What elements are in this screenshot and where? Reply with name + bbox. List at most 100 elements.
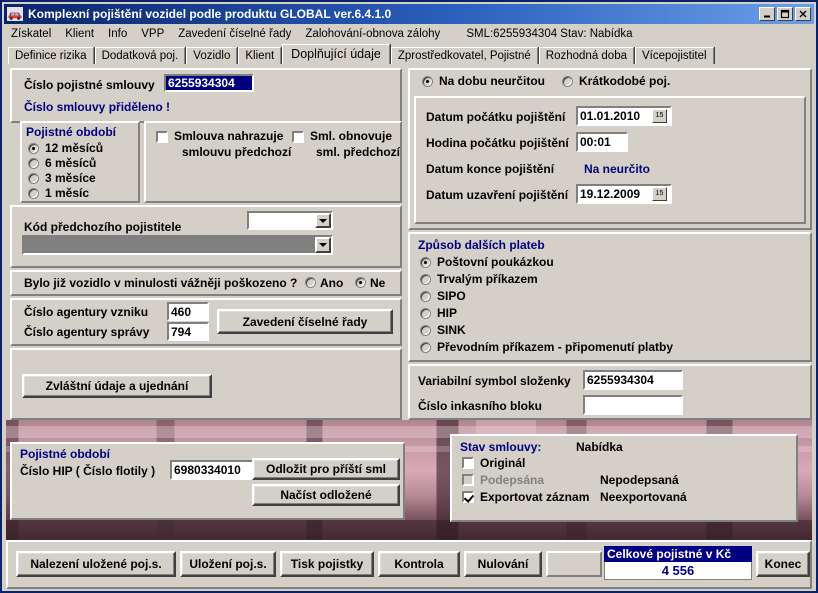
checkbox-original[interactable] [462,457,474,469]
agency-origin-input[interactable]: 460 [167,302,209,321]
tisk-pojistky-button[interactable]: Tisk pojistky [280,551,374,577]
tab-rozhodna-doba[interactable]: Rozhodná doba [538,47,634,64]
duration-indefinite-option[interactable]: Na dobu neurčitou [422,74,545,88]
menu-bar: Získatel Klient Info VPP Zavedení číseln… [4,25,814,43]
duration-shortterm-option[interactable]: Krátkodobé poj. [562,74,670,88]
payment-methods-legend: Způsob dalších plateb [418,238,545,252]
menu-item-klient[interactable]: Klient [58,28,101,40]
payment-option-sink[interactable]: SINK [420,323,466,337]
period-label-12: 12 měsíců [45,141,104,155]
menu-item-info[interactable]: Info [101,28,134,40]
contract-number-input[interactable]: 6255934304 [164,74,254,92]
calendar-icon[interactable]: 15 [652,109,667,123]
date-end-value: Na neurčito [584,162,651,176]
payment-label-postovni: Poštovní poukázkou [437,255,554,269]
kontrola-button[interactable]: Kontrola [378,551,460,577]
nulovani-button[interactable]: Nulování [464,551,542,577]
application-window: Komplexní pojištění vozidel podle produk… [0,0,818,593]
tab-klient[interactable]: Klient [238,47,282,64]
duration-indefinite-label: Na dobu neurčitou [439,74,545,88]
calendar-icon-2[interactable]: 15 [652,187,667,201]
hour-start-input[interactable]: 00:01 [576,132,628,152]
date-start-label: Datum počátku pojištění [426,110,566,124]
radio-na-dobu-neurcitou[interactable] [422,75,433,87]
agency-panel: Číslo agentury vzniku 460 Číslo agentury… [10,298,402,346]
variable-symbol-input[interactable]: 6255934304 [583,370,683,390]
payment-option-hip[interactable]: HIP [420,306,457,320]
radio-hip[interactable] [420,307,431,319]
hip-label: Číslo HIP ( Číslo flotily ) [20,464,156,478]
status-state-value: Nabídka [576,440,623,454]
zvlastni-udaje-button[interactable]: Zvláštní údaje a ujednání [22,374,212,398]
radio-1-mesic[interactable] [28,187,39,199]
damage-yes-label: Ano [320,276,344,290]
menu-item-zavedeni-ciselne-rady[interactable]: Zavedení číselné řady [171,28,298,40]
checkbox-exportovat-zaznam[interactable] [462,491,474,503]
total-premium-box: Celkové pojistné v Kč 4 556 [604,546,752,582]
radio-6-mesicu[interactable] [28,157,39,169]
contract-number-value: 6255934304 [168,76,235,90]
period-option-3[interactable]: 3 měsíce [28,171,96,185]
date-start-input[interactable]: 01.01.2010 15 [576,106,672,126]
menu-item-ziskatel[interactable]: Získatel [4,28,58,40]
zavedeni-ciselne-rady-button[interactable]: Zavedení číselné řady [217,309,393,334]
total-premium-label: Celkové pojistné v Kč [604,546,752,562]
previous-insurer-name-combo[interactable] [22,235,333,255]
agency-admin-input[interactable]: 794 [167,322,209,341]
replacement-panel: Smlouva nahrazuje smlouvu předchozí Sml.… [144,121,402,203]
payment-option-sipo[interactable]: SIPO [420,289,466,303]
checkbox-smlouva-nahrazuje[interactable] [156,131,168,143]
payment-option-trvalym[interactable]: Trvalým příkazem [420,272,538,286]
payment-option-postovni[interactable]: Poštovní poukázkou [420,255,554,269]
radio-postovni-poukazkou[interactable] [420,256,431,268]
variable-symbol-value: 6255934304 [587,373,654,387]
tab-vicepojistitel[interactable]: Vícepojistitel [635,47,714,64]
minimize-button[interactable] [759,7,775,21]
menu-item-vpp[interactable]: VPP [134,28,171,40]
replacement-label-line1: Smlouva nahrazuje [174,129,284,143]
radio-damage-ne[interactable] [355,277,366,288]
checkbox-sml-obnovuje[interactable] [292,131,304,143]
previous-insurer-code-combo[interactable] [247,211,333,230]
period-option-12[interactable]: 12 měsíců [28,141,103,155]
tab-vozidlo[interactable]: Vozidlo [186,47,238,64]
collection-block-input[interactable] [583,395,683,415]
radio-sipo[interactable] [420,290,431,302]
period-option-1[interactable]: 1 měsíc [28,186,89,200]
period-option-6[interactable]: 6 měsíců [28,156,96,170]
hip-number-input[interactable]: 6980334010 [170,460,260,480]
total-premium-value: 4 556 [604,562,752,580]
maximize-button[interactable] [777,7,793,21]
tab-definice-rizika[interactable]: Definice rizika [8,47,94,64]
special-data-panel: Zvláštní údaje a ujednání [10,348,402,420]
nacist-odlozene-button[interactable]: Načíst odložené [252,484,400,506]
status-original-label: Originál [480,456,526,470]
chevron-down-icon-2[interactable] [315,237,331,253]
radio-prevodnim-prikazem[interactable] [420,341,431,353]
duration-panel: Na dobu neurčitou Krátkodobé poj. Datum … [408,68,812,230]
konec-button[interactable]: Konec [756,551,810,577]
close-button[interactable] [795,7,811,21]
contract-assigned-note: Číslo smlouvy přiděleno ! [24,100,171,114]
odlozit-pro-pristi-sml-button[interactable]: Odložit pro příští sml [252,458,400,480]
radio-kratkodobe-poj[interactable] [562,75,573,87]
date-signed-input[interactable]: 19.12.2009 15 [576,184,672,204]
radio-3-mesice[interactable] [28,172,39,184]
menu-item-zalohovani-obnova-zalohy[interactable]: Zalohování-obnova zálohy [298,28,447,40]
radio-trvalym-prikazem[interactable] [420,273,431,285]
radio-damage-ano[interactable] [305,277,316,288]
radio-12-mesicu[interactable] [28,142,39,154]
tab-zprostredkovatel-pojistne[interactable]: Zprostředkovatel, Pojistné [390,47,538,64]
agency-origin-label: Číslo agentury vzniku [24,305,149,319]
tab-doplnujici-udaje[interactable]: Doplňující údaje [282,44,390,64]
tab-dodatkova-poj[interactable]: Dodatková poj. [94,47,186,64]
agency-admin-label: Číslo agentury správy [24,325,150,339]
hour-start-label: Hodina počátku pojištění [426,136,569,150]
chevron-down-icon[interactable] [315,213,331,228]
payment-option-prevodnim[interactable]: Převodním příkazem - připomenutí platby [420,340,673,354]
agency-admin-value: 794 [171,324,192,339]
nalezeni-ulozene-button[interactable]: Nalezení uložené poj.s. [16,551,176,577]
radio-sink[interactable] [420,324,431,336]
ulozeni-button[interactable]: Uložení poj.s. [180,551,276,577]
dates-subpanel: Datum počátku pojištění 01.01.2010 15 Ho… [414,96,806,224]
